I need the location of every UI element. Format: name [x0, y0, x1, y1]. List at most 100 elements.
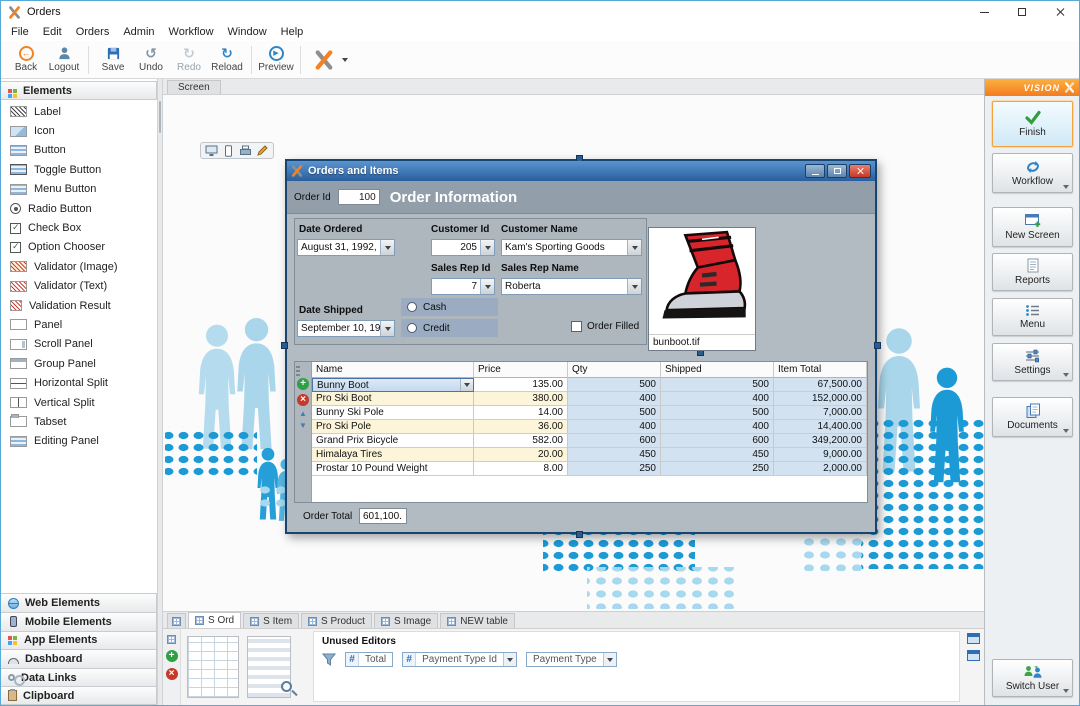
dialog-maximize-button[interactable] [827, 164, 847, 178]
qty-cell[interactable]: 250 [568, 462, 661, 476]
table-row[interactable]: Himalaya Tires 20.00 450 450 9,000.00 [312, 448, 867, 462]
menu-admin[interactable]: Admin [116, 25, 161, 39]
item-total-cell[interactable]: 152,000.00 [774, 392, 867, 406]
table-row[interactable]: Bunny Ski Pole 14.00 500 500 7,000.00 [312, 406, 867, 420]
table-icon[interactable] [167, 635, 176, 644]
radio-icon[interactable] [407, 302, 417, 312]
shipped-cell[interactable]: 450 [661, 448, 774, 462]
editor-chip-total[interactable]: # Total [345, 652, 393, 667]
chevron-down-icon[interactable] [480, 279, 494, 294]
edit-pencil-icon[interactable] [256, 145, 269, 157]
table-row[interactable]: Pro Ski Boot 380.00 400 400 152,000.00 [312, 392, 867, 406]
date-shipped-combo[interactable]: September 10, 1992, 12:00 [297, 320, 395, 337]
tab-new-table[interactable]: NEW table [440, 613, 515, 628]
price-cell[interactable]: 582.00 [474, 434, 568, 448]
table-row[interactable]: Grand Prix Bicycle 582.00 600 600 349,20… [312, 434, 867, 448]
chevron-down-icon[interactable] [380, 240, 394, 255]
column-header-item-total[interactable]: Item Total [774, 362, 867, 378]
name-cell[interactable]: Grand Prix Bicycle [312, 434, 474, 448]
move-row-up-icon[interactable] [298, 410, 308, 418]
menu-workflow[interactable]: Workflow [162, 25, 221, 39]
panel-window-icon[interactable] [967, 650, 980, 661]
qty-cell[interactable]: 600 [568, 434, 661, 448]
magnifier-icon[interactable] [281, 681, 292, 692]
tab-screen[interactable]: Screen [167, 80, 221, 94]
shipped-cell[interactable]: 500 [661, 406, 774, 420]
qty-cell[interactable]: 400 [568, 392, 661, 406]
delete-row-icon[interactable] [297, 394, 309, 406]
palette-item-panel[interactable]: Panel [1, 315, 157, 334]
tab-s-ord[interactable]: S Ord [188, 612, 241, 628]
new-screen-button[interactable]: New Screen [992, 207, 1073, 247]
menu-orders[interactable]: Orders [69, 25, 117, 39]
reload-button[interactable]: Reload [208, 42, 246, 78]
column-header-name[interactable]: Name [312, 362, 474, 378]
order-filled-checkbox[interactable]: Order Filled [571, 321, 639, 332]
palette-item-option-chooser[interactable]: Option Chooser [1, 238, 157, 257]
editor-chip-payment-type-id[interactable]: # Payment Type Id [402, 652, 517, 667]
maximize-button[interactable] [1003, 1, 1041, 23]
dropdown-button[interactable] [460, 379, 473, 391]
chevron-down-icon[interactable] [503, 653, 516, 666]
chevron-down-icon[interactable] [603, 653, 616, 666]
item-total-cell[interactable]: 2,000.00 [774, 462, 867, 476]
palette-item-tabset[interactable]: Tabset [1, 412, 157, 431]
design-canvas[interactable]: Orders and Items Order Id 100 Order Info… [163, 95, 984, 611]
name-cell[interactable]: Pro Ski Pole [312, 420, 474, 434]
price-cell[interactable]: 8.00 [474, 462, 568, 476]
table-row[interactable]: Prostar 10 Pound Weight 8.00 250 250 2,0… [312, 462, 867, 476]
tab-s-product[interactable]: S Product [301, 613, 372, 628]
column-header-price[interactable]: Price [474, 362, 568, 378]
print-icon[interactable] [239, 145, 252, 157]
payment-credit-option[interactable]: Credit [401, 319, 498, 337]
palette-item-validation-result[interactable]: Validation Result [1, 296, 157, 315]
tab-s-image[interactable]: S Image [374, 613, 438, 628]
table-structure-thumbnail[interactable] [187, 636, 239, 698]
shipped-cell[interactable]: 400 [661, 420, 774, 434]
palette-item-scroll-panel[interactable]: Scroll Panel [1, 335, 157, 354]
workflow-button[interactable]: Workflow [992, 153, 1073, 193]
dialog-close-button[interactable] [849, 164, 871, 178]
palette-item-radio-button[interactable]: Radio Button [1, 199, 157, 218]
price-cell[interactable]: 380.00 [474, 392, 568, 406]
palette-item-label[interactable]: Label [1, 102, 157, 121]
item-total-cell[interactable]: 7,000.00 [774, 406, 867, 420]
tables-rail-tab[interactable] [167, 613, 186, 628]
logout-button[interactable]: Logout [45, 42, 83, 78]
shipped-cell[interactable]: 500 [661, 378, 774, 392]
filter-funnel-icon[interactable] [322, 653, 336, 666]
back-button[interactable]: Back [7, 42, 45, 78]
palette-item-toggle-button[interactable]: Toggle Button [1, 160, 157, 179]
price-cell[interactable]: 36.00 [474, 420, 568, 434]
qty-cell[interactable]: 400 [568, 420, 661, 434]
name-cell[interactable]: Himalaya Tires [312, 448, 474, 462]
menu-edit[interactable]: Edit [36, 25, 69, 39]
mobile-preview-icon[interactable] [222, 145, 235, 157]
shipped-cell[interactable]: 250 [661, 462, 774, 476]
undo-button[interactable]: Undo [132, 42, 170, 78]
section-data-links[interactable]: Data Links [1, 668, 157, 687]
editor-chip-payment-type[interactable]: Payment Type [526, 652, 617, 667]
orders-and-items-dialog[interactable]: Orders and Items Order Id 100 Order Info… [285, 159, 877, 534]
section-web-elements[interactable]: Web Elements [1, 593, 157, 612]
sales-rep-id-combo[interactable]: 7 [431, 278, 495, 295]
switch-user-button[interactable]: Switch User [992, 659, 1073, 697]
shipped-cell[interactable]: 400 [661, 392, 774, 406]
tab-s-item[interactable]: S Item [243, 613, 299, 628]
order-id-input[interactable]: 100 [338, 189, 380, 205]
section-clipboard[interactable]: Clipboard [1, 686, 157, 705]
palette-item-group-panel[interactable]: Group Panel [1, 354, 157, 373]
item-total-cell[interactable]: 349,200.00 [774, 434, 867, 448]
palette-item-menu-button[interactable]: Menu Button [1, 180, 157, 199]
chevron-down-icon[interactable] [480, 240, 494, 255]
palette-item-check-box[interactable]: Check Box [1, 218, 157, 237]
dialog-minimize-button[interactable] [805, 164, 825, 178]
price-cell[interactable]: 135.00 [474, 378, 568, 392]
palette-item-horizontal-split[interactable]: Horizontal Split [1, 373, 157, 392]
palette-item-validator-image[interactable]: Validator (Image) [1, 257, 157, 276]
menu-help[interactable]: Help [274, 25, 311, 39]
item-total-cell[interactable]: 14,400.00 [774, 420, 867, 434]
section-app-elements[interactable]: App Elements [1, 631, 157, 650]
table-row[interactable]: Pro Ski Pole 36.00 400 400 14,400.00 [312, 420, 867, 434]
palette-item-icon[interactable]: Icon [1, 121, 157, 140]
